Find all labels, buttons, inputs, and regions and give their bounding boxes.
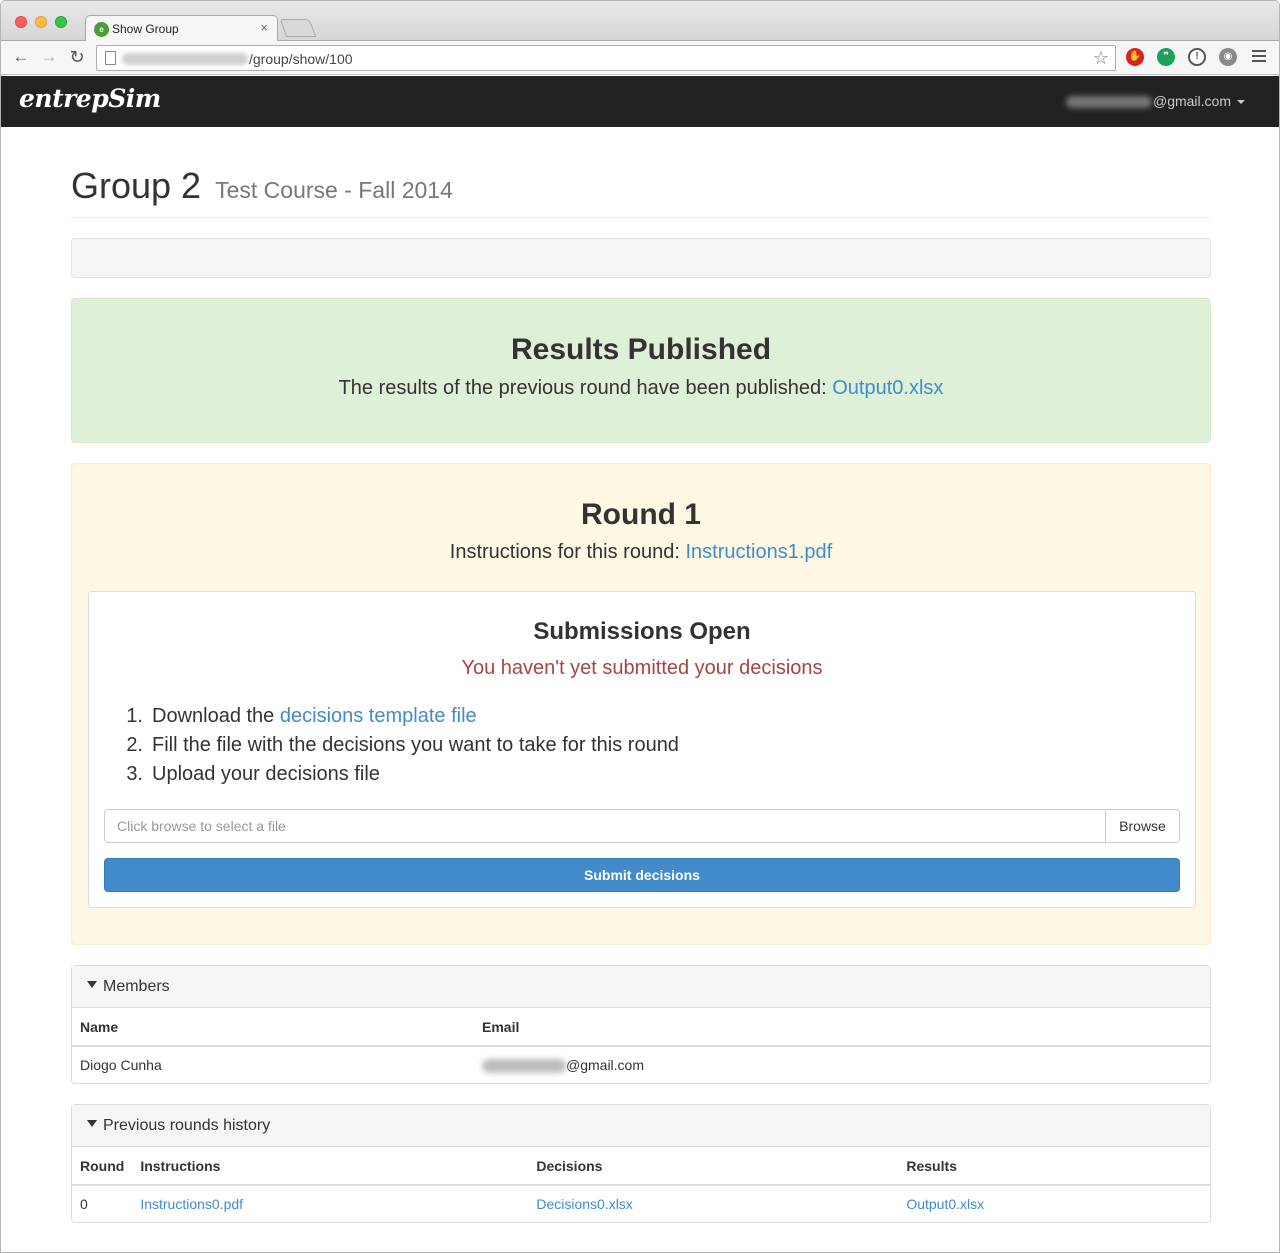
url-path: /group/show/100 (249, 51, 353, 67)
step-item: 2. Fill the file with the decisions you w… (126, 734, 679, 756)
tab-title: Show Group (112, 22, 179, 36)
browse-button[interactable]: Browse (1105, 810, 1179, 842)
file-upload-group: Browse (104, 809, 1180, 843)
chevron-down-icon (1237, 100, 1245, 105)
back-icon[interactable]: ← (11, 47, 31, 67)
history-instructions-cell: Instructions0.pdf (132, 1185, 528, 1222)
bookmark-star-icon[interactable]: ☆ (1093, 48, 1109, 69)
app-navbar: entrepSim @gmail.com (1, 76, 1279, 127)
url-host-redacted (122, 53, 248, 65)
hangouts-extension-icon[interactable]: ❞ (1157, 48, 1175, 66)
submissions-heading: Submissions Open (533, 618, 751, 645)
page-title: Group 2 Test Course - Fall 2014 (71, 167, 1211, 209)
browser-toolbar: ← → ↻ /group/show/100 ☆ ✋ ❞ ! ◉ (1, 41, 1279, 75)
history-round: 0 (80, 1196, 88, 1212)
email-redacted (482, 1059, 566, 1074)
user-email-redacted (1065, 96, 1152, 109)
browser-window: e Show Group × ← → ↻ /group/show/100 ☆ ✋… (0, 0, 1280, 1253)
course-subtitle: Test Course - Fall 2014 (215, 177, 453, 203)
round-instructions: Instructions for this round: Instruction… (449, 541, 833, 563)
step-item: 3. Upload your decisions file (126, 763, 380, 785)
new-tab-button[interactable] (279, 19, 317, 37)
adblock-extension-icon[interactable]: ✋ (1126, 48, 1144, 66)
table-row: 0 Instructions0.pdf Decisions0.xlsx Outp… (72, 1185, 1210, 1222)
tab-close-icon[interactable]: × (260, 20, 268, 35)
round-instructions-link[interactable]: Instructions1.pdf (685, 541, 832, 563)
round-box: Round 1 Instructions for this round: Ins… (71, 463, 1211, 945)
round-heading: Round 1 (581, 498, 701, 531)
close-window-button[interactable] (15, 16, 27, 28)
history-results-cell: Output0.xlsx (898, 1185, 1210, 1222)
user-menu-dropdown[interactable]: @gmail.com (1065, 93, 1245, 109)
column-header-decisions: Decisions (528, 1147, 899, 1186)
forward-icon[interactable]: → (39, 47, 59, 67)
page-header: Group 2 Test Course - Fall 2014 (71, 167, 1211, 218)
page-icon (105, 51, 116, 65)
main-content: Group 2 Test Course - Fall 2014 Results … (71, 127, 1211, 1223)
results-text: The results of the previous round have b… (338, 377, 944, 399)
caret-down-icon (87, 1120, 97, 1128)
step-item: 1. Download the decisions template file (126, 705, 477, 727)
favicon-icon: e (94, 22, 109, 37)
history-panel-toggle[interactable]: Previous rounds history (72, 1105, 1210, 1147)
caret-down-icon (87, 981, 97, 989)
decisions-template-link[interactable]: decisions template file (280, 705, 477, 727)
members-panel: Members Name Email Diogo Cunha @gmail.co… (71, 965, 1211, 1084)
history-decisions-link[interactable]: Decisions0.xlsx (536, 1196, 632, 1212)
file-path-input[interactable] (105, 810, 1106, 842)
submissions-panel: Submissions Open You haven't yet submitt… (88, 591, 1196, 908)
table-header-row: Name Email (72, 1008, 1210, 1047)
submit-decisions-button[interactable]: Submit decisions (104, 858, 1180, 892)
results-published-alert: Results Published The results of the pre… (71, 298, 1211, 443)
results-heading: Results Published (510, 333, 772, 366)
history-table: Round Instructions Decisions Results 0 I… (72, 1147, 1210, 1222)
submission-status: You haven't yet submitted your decisions (461, 657, 823, 679)
history-decisions-cell: Decisions0.xlsx (528, 1185, 898, 1222)
zoom-window-button[interactable] (55, 16, 67, 28)
column-header-round: Round (72, 1147, 133, 1186)
column-header-instructions: Instructions (132, 1147, 529, 1186)
member-email: @gmail.com (474, 1046, 1210, 1083)
members-heading: Members (103, 978, 170, 995)
member-name: Diogo Cunha (80, 1057, 162, 1073)
group-title: Group 2 (71, 165, 202, 206)
minimize-window-button[interactable] (35, 16, 47, 28)
brand-logo[interactable]: entrepSim (19, 84, 161, 113)
column-header-results: Results (898, 1147, 1210, 1186)
column-header-name: Name (72, 1008, 474, 1047)
submission-steps: 1. Download the decisions template file 2… (113, 702, 679, 789)
info-extension-icon[interactable]: ! (1188, 48, 1206, 66)
history-results-link[interactable]: Output0.xlsx (906, 1196, 984, 1212)
breadcrumb (71, 238, 1211, 278)
browser-menu-icon[interactable] (1252, 50, 1266, 64)
table-row: Diogo Cunha @gmail.com (72, 1046, 1210, 1083)
user-email-suffix: @gmail.com (1152, 93, 1231, 109)
members-panel-toggle[interactable]: Members (72, 966, 1210, 1008)
history-heading: Previous rounds history (103, 1117, 271, 1134)
extension-icon[interactable]: ◉ (1219, 48, 1237, 66)
reload-icon[interactable]: ↻ (67, 47, 87, 67)
history-panel: Previous rounds history Round Instructio… (71, 1104, 1211, 1223)
results-output-link[interactable]: Output0.xlsx (832, 377, 943, 399)
tab-strip: e Show Group × (1, 1, 1279, 42)
history-instructions-link[interactable]: Instructions0.pdf (140, 1196, 243, 1212)
members-table: Name Email Diogo Cunha @gmail.com (72, 1008, 1210, 1083)
browser-tab[interactable]: e Show Group × (85, 15, 278, 42)
table-header-row: Round Instructions Decisions Results (72, 1147, 1210, 1186)
column-header-email: Email (474, 1008, 1210, 1047)
address-bar[interactable]: /group/show/100 ☆ (96, 45, 1116, 71)
